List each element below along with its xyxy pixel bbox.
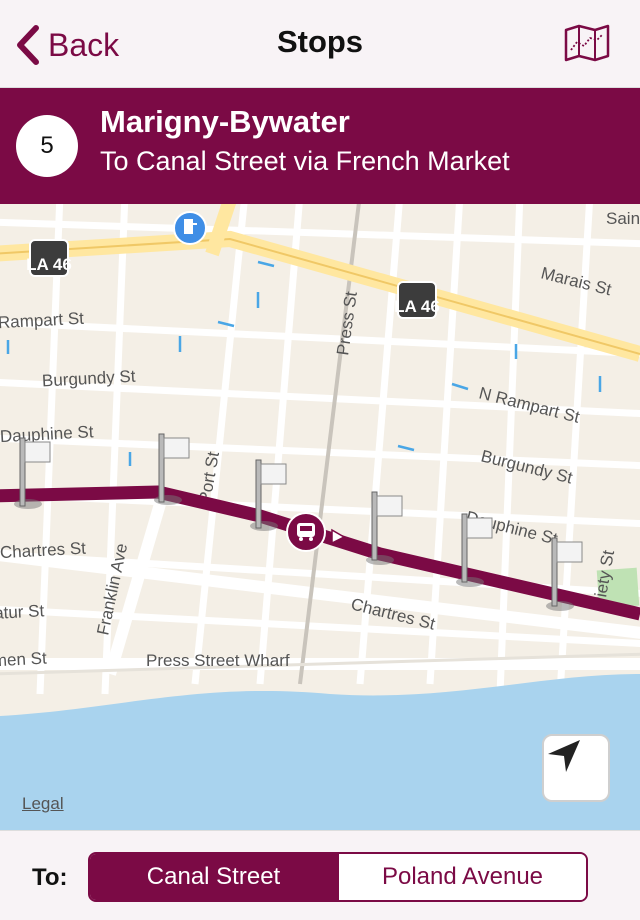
- route-direction: To Canal Street via French Market: [100, 146, 510, 176]
- gas-station-icon: [173, 211, 207, 245]
- map-button[interactable]: [564, 24, 610, 67]
- segment-canal-street[interactable]: Canal Street: [90, 854, 337, 900]
- map-icon: [564, 24, 610, 62]
- route-map[interactable]: Rampart St Burgundy St Dauphine St Chart…: [0, 204, 640, 830]
- svg-text:LA 46: LA 46: [26, 255, 72, 274]
- segment-poland-avenue[interactable]: Poland Avenue: [337, 854, 586, 900]
- map-label-saint-paul: Saint Paul: [606, 209, 640, 228]
- navigation-bar: Back Stops: [0, 0, 640, 88]
- map-label-press-wharf: Press Street Wharf: [146, 651, 290, 670]
- route-name: Marigny-Bywater: [100, 104, 350, 139]
- locate-me-button[interactable]: [542, 734, 610, 802]
- destination-segmented-control[interactable]: Canal Street Poland Avenue: [88, 852, 588, 902]
- la-46-shield-left: LA 46: [26, 239, 72, 277]
- destination-bar: To: Canal Street Poland Avenue: [0, 830, 640, 920]
- la-46-shield-right: LA 46: [394, 281, 440, 319]
- page-title: Stops: [276, 24, 364, 59]
- svg-text:LA 46: LA 46: [394, 297, 440, 316]
- location-arrow-icon: [548, 740, 580, 772]
- legal-link[interactable]: Legal: [22, 794, 64, 814]
- route-header: 5 Marigny-Bywater To Canal Street via Fr…: [0, 88, 640, 204]
- route-number-badge: 5: [16, 115, 78, 177]
- to-label: To:: [32, 864, 68, 891]
